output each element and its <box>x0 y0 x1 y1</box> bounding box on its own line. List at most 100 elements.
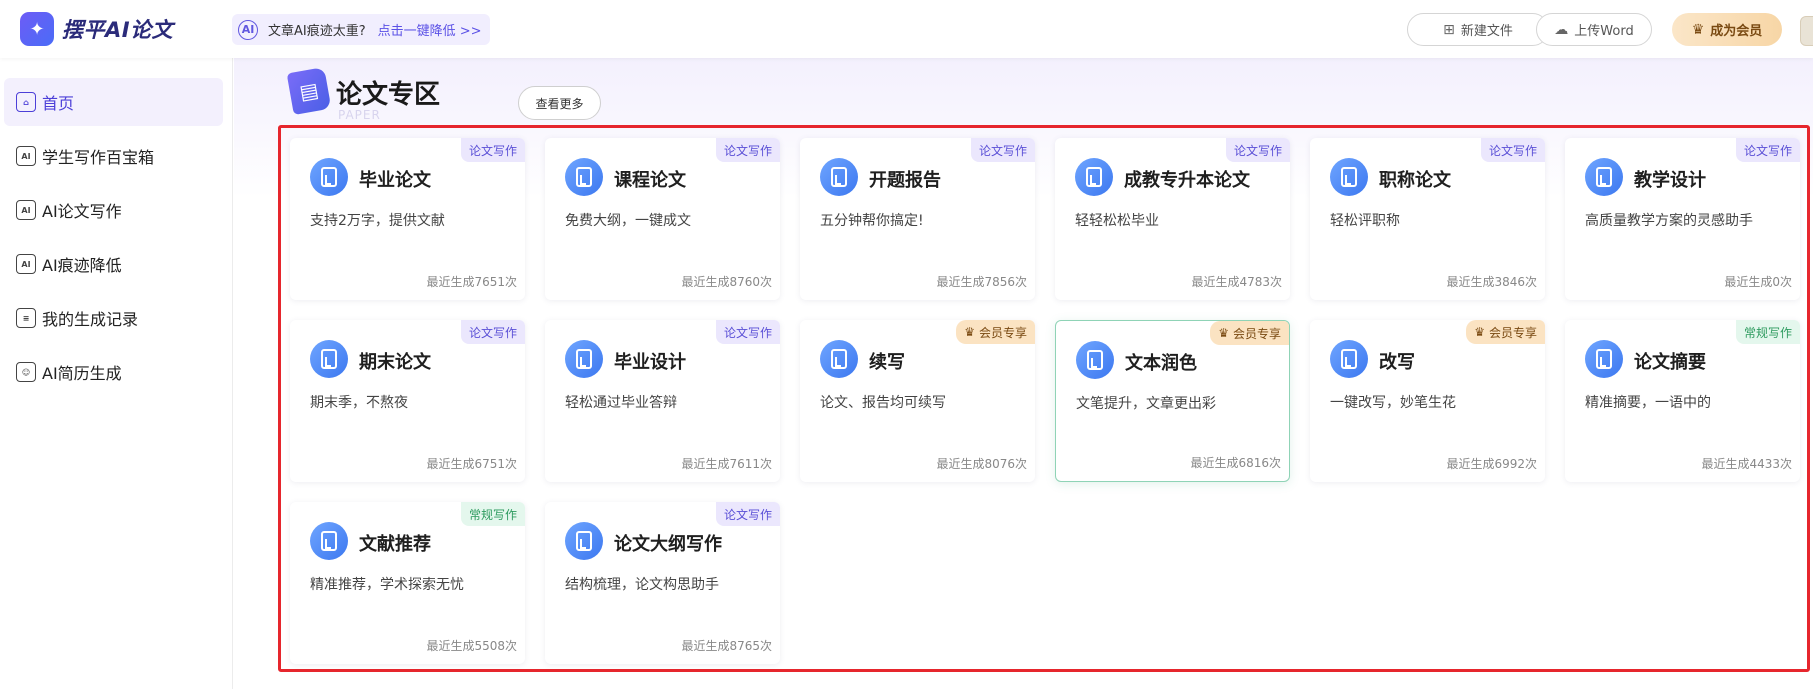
section-header: ▤ 论文专区 PAPER 查看更多 <box>286 67 601 130</box>
feature-card[interactable]: 论文写作 课程论文 免费大纲，一键成文 最近生成8760次 <box>545 138 780 300</box>
card-usage-count: 最近生成7611次 <box>681 457 772 471</box>
become-vip-button[interactable]: ♛ 成为会员 <box>1672 13 1782 46</box>
card-description: 五分钟帮你搞定! <box>820 213 924 229</box>
card-title: 毕业论文 <box>359 170 431 191</box>
card-description: 精准摘要，一语中的 <box>1585 395 1711 411</box>
card-tag-label: 会员专享 <box>1488 325 1537 340</box>
card-tag: 论文写作 <box>715 320 780 344</box>
notice-text: 文章AI痕迹太重? <box>268 24 366 39</box>
card-tag-label: 会员专享 <box>1232 326 1281 341</box>
card-tag-label: 常规写作 <box>1743 325 1792 340</box>
new-file-button[interactable]: ⊞ 新建文件 <box>1407 13 1549 46</box>
card-title: 课程论文 <box>614 170 686 191</box>
card-tag: ♛ 会员专享 <box>1210 321 1289 345</box>
card-description: 一键改写，妙笔生花 <box>1330 395 1456 411</box>
document-icon <box>310 522 348 560</box>
feature-card[interactable]: 论文写作 毕业论文 支持2万字，提供文献 最近生成7651次 <box>290 138 525 300</box>
sidebar-item-label: 我的生成记录 <box>42 310 139 329</box>
top-header: ✦ 摆平AI论文 AI 文章AI痕迹太重? 点击一键降低 >> ⊞ 新建文件 ☁… <box>0 0 1813 58</box>
card-title: 毕业设计 <box>614 352 686 373</box>
document-icon <box>565 522 603 560</box>
sidebar-item-ai-reduce[interactable]: AI AI痕迹降低 <box>4 240 223 288</box>
card-tag-label: 论文写作 <box>723 507 772 522</box>
feature-card[interactable]: 论文写作 教学设计 高质量教学方案的灵感助手 最近生成0次 <box>1565 138 1800 300</box>
card-title: 论文大纲写作 <box>614 534 722 555</box>
feature-card[interactable]: 常规写作文献推荐精准推荐，学术探索无忧最近生成5508次 <box>290 502 525 664</box>
sidebar-item-label: 首页 <box>42 94 75 113</box>
card-tag: 论文写作 <box>1480 138 1545 162</box>
notice-reduce-link[interactable]: 点击一键降低 >> <box>378 20 482 39</box>
sidebar-item-history[interactable]: ≡ 我的生成记录 <box>4 294 223 342</box>
history-icon: ≡ <box>16 308 36 328</box>
crown-icon: ♛ <box>964 325 975 339</box>
sidebar-item-label: AI论文写作 <box>42 202 122 221</box>
sidebar-item-label: 学生写作百宝箱 <box>42 148 155 167</box>
ai-trace-notice[interactable]: AI 文章AI痕迹太重? 点击一键降低 >> <box>232 14 490 45</box>
crown-icon: ♛ <box>1474 325 1485 339</box>
card-title: 文献推荐 <box>359 534 431 555</box>
card-description: 轻松评职称 <box>1330 213 1400 229</box>
card-description: 支持2万字，提供文献 <box>310 213 445 229</box>
upload-word-button[interactable]: ☁ 上传Word <box>1536 13 1652 46</box>
card-tag: 论文写作 <box>715 502 780 526</box>
sidebar-item-ai-paper[interactable]: AI AI论文写作 <box>4 186 223 234</box>
card-title: 成教专升本论文 <box>1124 170 1250 191</box>
card-usage-count: 最近生成3846次 <box>1446 275 1537 289</box>
feature-card[interactable]: 论文写作 职称论文 轻松评职称 最近生成3846次 <box>1310 138 1545 300</box>
resume-icon: ☺ <box>16 362 36 382</box>
main-content: ▤ 论文专区 PAPER 查看更多 论文写作 毕业论文 支持2万字，提供文献 最近生成… <box>234 58 1813 689</box>
document-icon <box>565 340 603 378</box>
card-usage-count: 最近生成8076次 <box>936 457 1027 471</box>
sidebar-item-toolbox[interactable]: AI 学生写作百宝箱 <box>4 132 223 180</box>
card-description: 轻松通过毕业答辩 <box>565 395 677 411</box>
view-more-button[interactable]: 查看更多 <box>518 86 601 120</box>
card-tag: 常规写作 <box>460 502 525 526</box>
card-tag: 论文写作 <box>970 138 1035 162</box>
feature-card[interactable]: ♛ 会员专享 续写 论文、报告均可续写 最近生成8076次 <box>800 320 1035 482</box>
feature-card[interactable]: 常规写作 论文摘要 精准摘要，一语中的 最近生成4433次 <box>1565 320 1800 482</box>
card-title: 开题报告 <box>869 170 941 191</box>
section-subtitle: PAPER <box>338 108 381 122</box>
feature-card[interactable]: 论文写作 成教专升本论文 轻轻松松毕业 最近生成4783次 <box>1055 138 1290 300</box>
card-description: 轻轻松松毕业 <box>1075 213 1159 229</box>
ai-trace-icon: AI <box>238 19 258 40</box>
section-title: 论文专区 <box>336 80 441 110</box>
document-icon <box>1330 158 1368 196</box>
cloud-upload-icon: ☁ <box>1554 21 1569 38</box>
feature-card[interactable]: 论文写作 论文大纲写作 结构梳理，论文构思助手 最近生成8765次 <box>545 502 780 664</box>
card-usage-count: 最近生成7856次 <box>936 275 1027 289</box>
card-tag-label: 论文写作 <box>1233 143 1282 158</box>
logo-mark-icon: ✦ <box>20 12 54 46</box>
logo[interactable]: ✦ 摆平AI论文 <box>20 11 173 47</box>
document-icon <box>1075 158 1113 196</box>
feature-card[interactable]: ♛ 会员专享 改写 一键改写，妙笔生花 最近生成6992次 <box>1310 320 1545 482</box>
card-tag: 论文写作 <box>460 138 525 162</box>
become-vip-label: 成为会员 <box>1710 24 1763 39</box>
card-tag-label: 论文写作 <box>723 143 772 158</box>
sidebar-item-home[interactable]: ⌂ 首页 <box>4 78 223 126</box>
sidebar-item-resume[interactable]: ☺ AI简历生成 <box>4 348 223 396</box>
ai-box-icon: AI <box>16 146 36 166</box>
feature-card[interactable]: 论文写作开题报告五分钟帮你搞定! 最近生成7856次 <box>800 138 1035 300</box>
document-icon <box>1585 340 1623 378</box>
card-description: 高质量教学方案的灵感助手 <box>1585 213 1753 229</box>
card-description: 结构梳理，论文构思助手 <box>565 577 719 593</box>
card-description: 免费大纲，一键成文 <box>565 213 691 229</box>
card-title: 论文摘要 <box>1634 352 1706 373</box>
ai-paper-icon: AI <box>16 200 36 220</box>
feature-card[interactable]: 论文写作 期末论文 期末季，不熬夜 最近生成6751次 <box>290 320 525 482</box>
feature-card[interactable]: ♛ 会员专享 文本润色 文笔提升，文章更出彩 最近生成6816次 <box>1055 320 1290 482</box>
card-usage-count: 最近生成5508次 <box>426 639 517 653</box>
document-icon <box>820 340 858 378</box>
card-tag-label: 论文写作 <box>1743 143 1792 158</box>
card-tag: ♛ 会员专享 <box>956 320 1035 344</box>
card-tag: 论文写作 <box>1225 138 1290 162</box>
card-tag: 常规写作 <box>1735 320 1800 344</box>
feature-card[interactable]: 论文写作毕业设计轻松通过毕业答辩最近生成7611次 <box>545 320 780 482</box>
card-description: 精准推荐，学术探索无忧 <box>310 577 464 593</box>
card-title: 期末论文 <box>359 352 431 373</box>
card-title: 改写 <box>1379 352 1415 373</box>
book-icon: ▤ <box>286 67 332 115</box>
avatar[interactable] <box>1800 16 1813 46</box>
sidebar: ⌂ 首页 AI 学生写作百宝箱 AI AI论文写作 AI AI痕迹降低 ≡ 我的… <box>0 58 233 689</box>
